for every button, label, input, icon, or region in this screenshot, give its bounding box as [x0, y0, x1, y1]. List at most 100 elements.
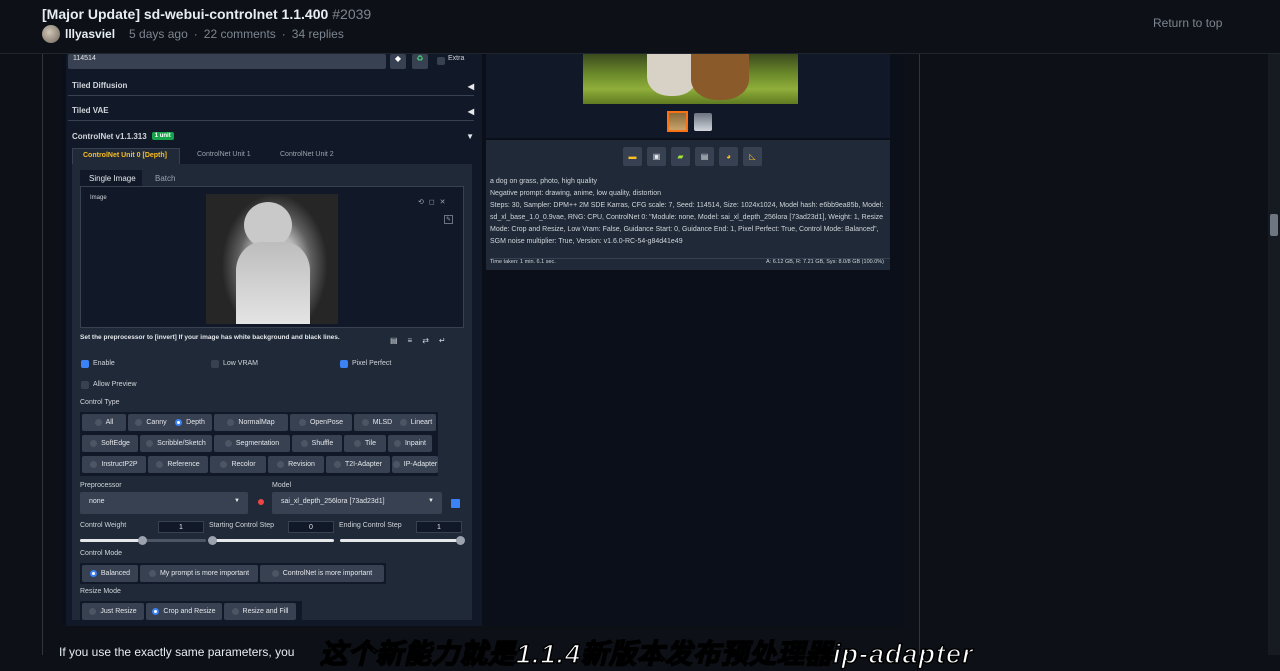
radio-icon [231, 608, 239, 615]
control-type-t2i-adapter[interactable]: T2I-Adapter [326, 456, 390, 473]
radio-icon [393, 440, 401, 447]
control-type-softedge[interactable]: SoftEdge [82, 435, 138, 452]
radio-selected-icon [152, 608, 160, 615]
send-to-extras-icon[interactable]: ◺ [743, 147, 762, 166]
open-folder-icon[interactable]: ▬ [623, 147, 642, 166]
send-to-img2img-icon[interactable]: ▤ [695, 147, 714, 166]
control-type-reference[interactable]: Reference [148, 456, 208, 473]
avatar[interactable] [42, 25, 60, 43]
dice-icon[interactable]: ◆ [390, 54, 406, 69]
refresh-models-icon[interactable] [451, 499, 460, 508]
radio-icon [353, 440, 361, 447]
preprocessor-dropdown[interactable]: none ▼ [80, 492, 248, 514]
tab-controlnet-unit-0[interactable]: ControlNet Unit 0 [Depth] [72, 148, 180, 164]
control-mode-balanced[interactable]: Balanced [82, 565, 138, 582]
control-mode-controlnet[interactable]: ControlNet is more important [260, 565, 384, 582]
send-to-inpaint-icon[interactable]: ◕ [719, 147, 738, 166]
model-dropdown[interactable]: sai_xl_depth_256lora [73ad23d1] ▼ [272, 492, 442, 514]
option-label: OpenPose [309, 419, 344, 426]
return-to-top-link[interactable]: Return to top [1153, 16, 1222, 30]
recycle-icon[interactable]: ♻ [412, 54, 428, 69]
section-label: Tiled VAE [72, 106, 109, 115]
option-label: IP-Adapter [403, 461, 438, 468]
control-type-revision[interactable]: Revision [268, 456, 324, 473]
control-type-scribble[interactable]: Scribble/Sketch [140, 435, 212, 452]
slider-knob[interactable] [138, 536, 147, 545]
option-label: T2I-Adapter [345, 461, 382, 468]
output-params-line: sd_xl_base_1.0_0.9vae, RNG: CPU, Control… [490, 214, 884, 221]
allow-preview-checkbox[interactable] [81, 381, 89, 389]
output-prompt: a dog on grass, photo, high quality [490, 178, 598, 185]
image-toolbar-icons[interactable]: ⟲◻✕ [418, 198, 451, 206]
section-tiled-diffusion[interactable]: Tiled Diffusion ◀ [68, 76, 474, 96]
extra-checkbox[interactable] [437, 57, 445, 65]
control-type-lineart[interactable]: Lineart [396, 414, 436, 431]
resize-mode-crop-and-resize[interactable]: Crop and Resize [146, 603, 222, 620]
tab-controlnet-unit-1[interactable]: ControlNet Unit 1 [197, 151, 251, 158]
page-scrollbar[interactable] [1268, 54, 1280, 655]
issue-number[interactable]: #2039 [332, 6, 371, 22]
depth-body-shape [236, 242, 310, 324]
enable-checkbox[interactable] [81, 360, 89, 368]
low-vram-checkbox[interactable] [211, 360, 219, 368]
radio-icon [220, 461, 228, 468]
scrollbar-thumb[interactable] [1270, 214, 1278, 236]
control-type-inpaint[interactable]: Inpaint [388, 435, 432, 452]
start-step-label: Starting Control Step [209, 522, 274, 529]
zip-icon[interactable]: ▰ [671, 147, 690, 166]
section-label: Tiled Diffusion [72, 81, 128, 90]
radio-icon [300, 440, 308, 447]
tab-single-image[interactable]: Single Image [80, 170, 142, 186]
control-type-mlsd[interactable]: MLSD [354, 414, 400, 431]
edit-icon[interactable]: ✎ [444, 215, 453, 224]
radio-icon [392, 461, 400, 468]
radio-icon [135, 419, 143, 426]
control-mode-prompt[interactable]: My prompt is more important [140, 565, 258, 582]
comment-count: 22 comments [203, 27, 276, 41]
author-link[interactable]: lllyasviel [65, 27, 115, 41]
radio-selected-icon [89, 570, 97, 577]
extra-label: Extra [448, 55, 465, 62]
pixel-perfect-checkbox[interactable] [340, 360, 348, 368]
save-icon[interactable]: ▣ [647, 147, 666, 166]
image-action-icons[interactable]: ▤≡⇄↵ [390, 336, 456, 345]
low-vram-label: Low VRAM [223, 360, 259, 367]
radio-icon [224, 440, 232, 447]
control-type-ip-adapter[interactable]: IP-Adapter [392, 456, 438, 473]
seed-input[interactable]: 114514 [68, 54, 386, 69]
control-type-recolor[interactable]: Recolor [210, 456, 266, 473]
resize-mode-just-resize[interactable]: Just Resize [82, 603, 144, 620]
start-step-slider[interactable] [208, 536, 334, 545]
radio-icon [148, 570, 156, 577]
end-step-input[interactable]: 1 [416, 521, 462, 533]
end-step-slider[interactable] [340, 536, 465, 545]
resize-mode-resize-and-fill[interactable]: Resize and Fill [224, 603, 296, 620]
radio-icon [146, 440, 154, 447]
tab-batch[interactable]: Batch [155, 174, 175, 183]
run-preprocessor-icon[interactable] [258, 499, 264, 505]
slider-knob[interactable] [456, 536, 465, 545]
control-type-segmentation[interactable]: Segmentation [214, 435, 290, 452]
section-controlnet[interactable]: ControlNet v1.1.313 1 unit ▼ [68, 126, 474, 146]
radio-icon [298, 419, 306, 426]
control-type-depth[interactable]: Depth [168, 414, 212, 431]
control-type-tile[interactable]: Tile [344, 435, 386, 452]
section-tiled-vae[interactable]: Tiled VAE ◀ [68, 101, 474, 121]
control-type-all[interactable]: All [82, 414, 126, 431]
control-type-shuffle[interactable]: Shuffle [292, 435, 342, 452]
resize-mode-label: Resize Mode [80, 588, 121, 595]
option-label: Resize and Fill [242, 608, 289, 615]
control-type-instructp2p[interactable]: InstructP2P [82, 456, 146, 473]
slider-knob[interactable] [208, 536, 217, 545]
title-text: [Major Update] sd-webui-controlnet 1.1.4… [42, 6, 329, 22]
control-type-openpose[interactable]: OpenPose [290, 414, 352, 431]
thumbnail-selected[interactable] [667, 111, 688, 132]
control-type-normalmap[interactable]: NormalMap [214, 414, 288, 431]
generated-image[interactable] [583, 54, 798, 104]
tab-controlnet-unit-2[interactable]: ControlNet Unit 2 [280, 151, 334, 158]
thumbnail-depth[interactable] [694, 113, 712, 131]
control-weight-input[interactable]: 1 [158, 521, 204, 533]
start-step-input[interactable]: 0 [288, 521, 334, 533]
output-params-line: Mode: Crop and Resize, Low Vram: False, … [490, 226, 879, 233]
control-weight-slider[interactable] [80, 536, 206, 545]
